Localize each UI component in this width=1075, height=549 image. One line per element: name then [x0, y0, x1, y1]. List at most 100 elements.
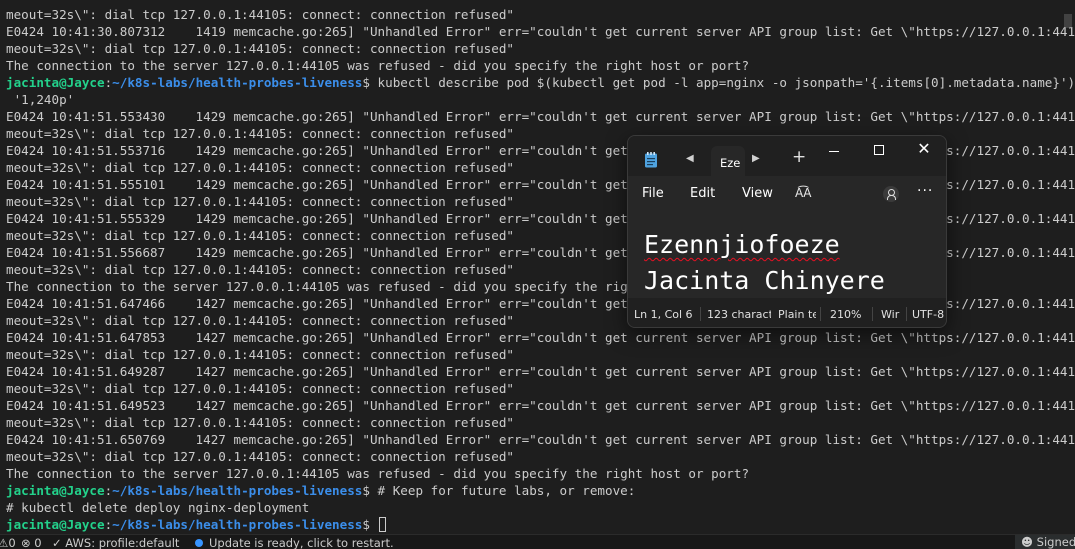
- error-count: 0: [34, 536, 42, 549]
- status-divider: [906, 307, 907, 321]
- terminal-line: E0424 10:41:51.649287 1427 memcache.go:2…: [6, 363, 1075, 380]
- aws-profile-label: AWS: profile:default: [65, 536, 180, 549]
- terminal-text: meout=32s\": dial tcp 127.0.0.1:44105: c…: [6, 160, 514, 175]
- error-icon: ⊗: [21, 536, 31, 549]
- terminal-line: jacinta@Jayce:~/k8s-labs/health-probes-l…: [6, 74, 1075, 91]
- terminal-line: meout=32s\": dial tcp 127.0.0.1:44105: c…: [6, 448, 514, 465]
- warning-count: 0: [8, 536, 16, 549]
- errors-indicator[interactable]: ⊗ 0: [21, 536, 42, 549]
- terminal-text: The connection to the server 127.0.0.1:4…: [6, 466, 750, 481]
- notepad-window[interactable]: ◀ Eze ▶ + ✕ File Edit View A͡A ··· Ezenn…: [627, 135, 947, 328]
- terminal-text: meout=32s\": dial tcp 127.0.0.1:44105: c…: [6, 313, 514, 328]
- terminal-text: E0424 10:41:51.649287 1427 memcache.go:2…: [6, 364, 1075, 379]
- terminal-line: meout=32s\": dial tcp 127.0.0.1:44105: c…: [6, 227, 514, 244]
- check-icon: ✓: [52, 536, 62, 549]
- plus-icon[interactable]: +: [792, 149, 806, 166]
- terminal-text: E0424 10:41:51.649523 1427 memcache.go:2…: [6, 398, 1075, 413]
- file-format: Plain te: [778, 308, 816, 321]
- tab-title: Eze: [720, 156, 741, 170]
- terminal-text: meout=32s\": dial tcp 127.0.0.1:44105: c…: [6, 41, 514, 56]
- terminal-line: meout=32s\": dial tcp 127.0.0.1:44105: c…: [6, 312, 514, 329]
- terminal-line: meout=32s\": dial tcp 127.0.0.1:44105: c…: [6, 346, 514, 363]
- terminal-text: meout=32s\": dial tcp 127.0.0.1:44105: c…: [6, 262, 514, 277]
- terminal-text: meout=32s\": dial tcp 127.0.0.1:44105: c…: [6, 228, 514, 243]
- character-count: 123 charact: [707, 308, 771, 321]
- terminal-line: The connection to the server 127.0.0.1:4…: [6, 465, 749, 482]
- terminal-line: meout=32s\": dial tcp 127.0.0.1:44105: c…: [6, 6, 514, 23]
- status-divider: [820, 307, 821, 321]
- zoom-level[interactable]: 210%: [830, 308, 866, 321]
- close-icon[interactable]: ✕: [914, 140, 934, 160]
- update-notification[interactable]: Update is ready, click to restart.: [195, 536, 394, 549]
- signed-indicator[interactable]: ☻ Signed: [1015, 535, 1075, 549]
- terminal-line: meout=32s\": dial tcp 127.0.0.1:44105: c…: [6, 40, 514, 57]
- more-icon[interactable]: ···: [917, 183, 933, 199]
- prompt-user: jacinta@Jayce: [6, 75, 105, 90]
- menu-file[interactable]: File: [642, 186, 664, 201]
- terminal-text: The connection to the server 127.0.0.1:4…: [6, 58, 750, 73]
- terminal-text: meout=32s\": dial tcp 127.0.0.1:44105: c…: [6, 415, 514, 430]
- terminal-line: The connection to the server 127.0.0.1:4…: [6, 57, 749, 74]
- maximize-button[interactable]: [869, 142, 889, 158]
- prompt-path: ~/k8s-labs/health-probes-liveness: [112, 517, 363, 532]
- terminal-line: E0424 10:41:30.807312 1419 memcache.go:2…: [6, 23, 1075, 40]
- chevron-right-icon[interactable]: ▶: [752, 153, 760, 164]
- editor-line-2: Jacinta Chinyere: [644, 266, 885, 295]
- cursor-position: Ln 1, Col 6: [634, 308, 693, 321]
- minimize-button[interactable]: [824, 142, 844, 158]
- notepad-titlebar[interactable]: ◀ Eze ▶ + ✕: [628, 136, 946, 176]
- people-icon: ☻: [1021, 535, 1033, 549]
- terminal-line: E0424 10:41:51.649523 1427 memcache.go:2…: [6, 397, 1075, 414]
- terminal-line: meout=32s\": dial tcp 127.0.0.1:44105: c…: [6, 261, 514, 278]
- problems-indicator[interactable]: ⚠0: [0, 536, 16, 549]
- prompt-user: jacinta@Jayce: [6, 517, 105, 532]
- prompt-path: ~/k8s-labs/health-probes-liveness: [112, 483, 363, 498]
- terminal-text: '1,240p': [6, 92, 75, 107]
- terminal-line: meout=32s\": dial tcp 127.0.0.1:44105: c…: [6, 380, 514, 397]
- terminal-scrollbar[interactable]: [1062, 0, 1072, 534]
- update-dot-icon: [195, 539, 203, 547]
- status-divider: [700, 307, 701, 321]
- terminal-text: E0424 10:41:30.807312 1419 memcache.go:2…: [6, 24, 1075, 39]
- terminal-line: meout=32s\": dial tcp 127.0.0.1:44105: c…: [6, 125, 514, 142]
- terminal-text: E0424 10:41:51.650769 1427 memcache.go:2…: [6, 432, 1075, 447]
- tab-document[interactable]: Eze: [711, 146, 745, 176]
- terminal-text: E0424 10:41:51.553430 1429 memcache.go:2…: [6, 109, 1075, 124]
- prompt-user: jacinta@Jayce: [6, 483, 105, 498]
- terminal-text: meout=32s\": dial tcp 127.0.0.1:44105: c…: [6, 126, 514, 141]
- ide-statusbar: ⚠0 ⊗ 0 ✓ AWS: profile:default Update is …: [0, 534, 1075, 549]
- update-message: Update is ready, click to restart.: [209, 536, 394, 549]
- prompt-path: ~/k8s-labs/health-probes-liveness: [112, 75, 363, 90]
- terminal-line: # kubectl delete deploy nginx-deployment: [6, 499, 309, 516]
- terminal-text: $ kubectl describe pod $(kubectl get pod…: [362, 75, 1075, 90]
- terminal-text: meout=32s\": dial tcp 127.0.0.1:44105: c…: [6, 347, 514, 362]
- menu-edit[interactable]: Edit: [690, 186, 715, 201]
- terminal-text: meout=32s\": dial tcp 127.0.0.1:44105: c…: [6, 381, 514, 396]
- encoding: UTF-8: [912, 308, 945, 321]
- notepad-statusbar: Ln 1, Col 6 123 charact Plain te 210% Wi…: [628, 298, 946, 327]
- terminal-line: meout=32s\": dial tcp 127.0.0.1:44105: c…: [6, 414, 514, 431]
- terminal-text: $: [362, 517, 378, 532]
- aws-profile-indicator[interactable]: ✓ AWS: profile:default: [52, 536, 179, 549]
- status-divider: [872, 307, 873, 321]
- account-icon[interactable]: [883, 186, 899, 202]
- menu-view[interactable]: View: [742, 186, 773, 201]
- terminal-line: '1,240p': [6, 91, 75, 108]
- terminal-line: E0424 10:41:51.650769 1427 memcache.go:2…: [6, 431, 1075, 448]
- notepad-editor[interactable]: Ezennjiofoeze Jacinta Chinyere: [628, 210, 946, 298]
- terminal-text: meout=32s\": dial tcp 127.0.0.1:44105: c…: [6, 449, 514, 464]
- terminal-text: E0424 10:41:51.647853 1427 memcache.go:2…: [6, 330, 1075, 345]
- terminal-text: # kubectl delete deploy nginx-deployment: [6, 500, 310, 515]
- scrollbar-thumb[interactable]: [1064, 14, 1072, 28]
- terminal-text: $ # Keep for future labs, or remove:: [362, 483, 636, 498]
- translate-icon[interactable]: A͡A: [795, 186, 811, 200]
- terminal-line: meout=32s\": dial tcp 127.0.0.1:44105: c…: [6, 193, 514, 210]
- signed-label: Signed: [1036, 535, 1075, 549]
- notepad-icon: [645, 152, 657, 168]
- terminal-text: meout=32s\": dial tcp 127.0.0.1:44105: c…: [6, 7, 514, 22]
- terminal-line: jacinta@Jayce:~/k8s-labs/health-probes-l…: [6, 516, 386, 533]
- terminal-line: E0424 10:41:51.647853 1427 memcache.go:2…: [6, 329, 1075, 346]
- notepad-menubar: File Edit View A͡A ···: [628, 176, 946, 210]
- terminal-line: E0424 10:41:51.553430 1429 memcache.go:2…: [6, 108, 1075, 125]
- chevron-left-icon[interactable]: ◀: [686, 153, 694, 164]
